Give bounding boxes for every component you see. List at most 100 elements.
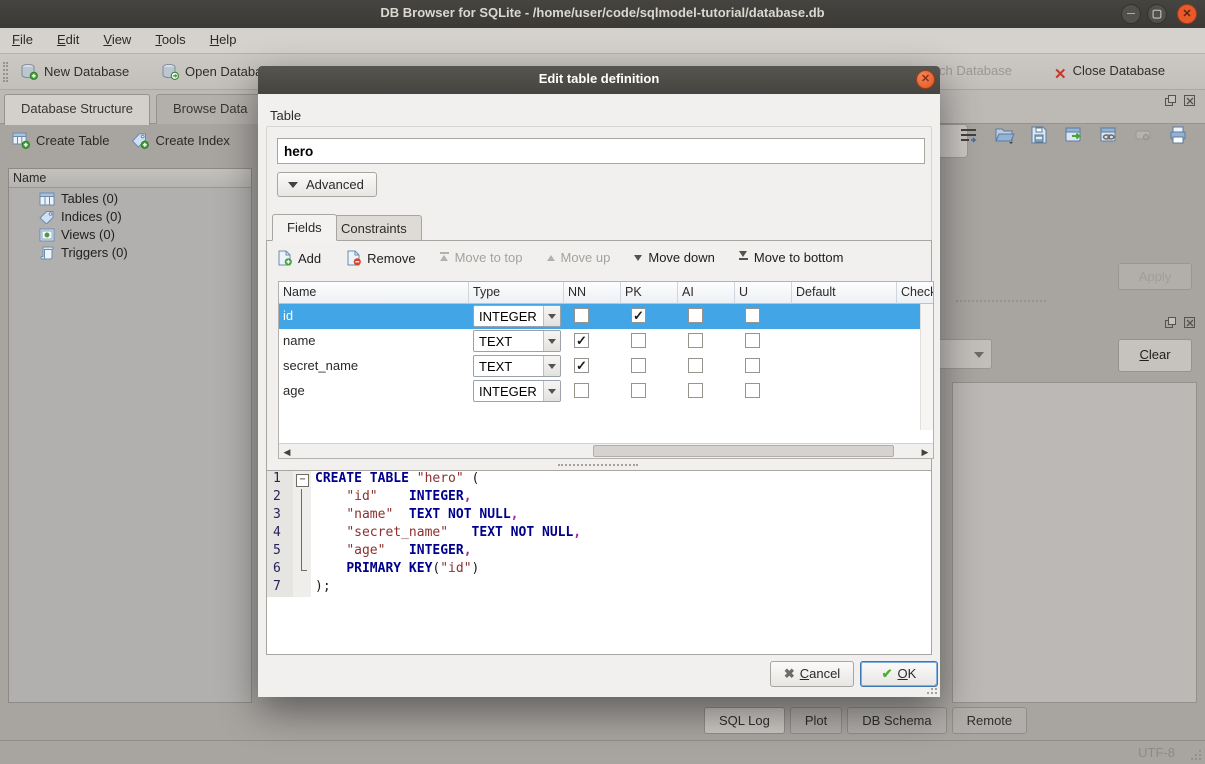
nn-checkbox[interactable] (574, 383, 589, 398)
tree-item-indices[interactable]: Indices (0) (9, 208, 251, 226)
create-index-button[interactable]: Create Index (127, 128, 233, 156)
tab-plot[interactable]: Plot (790, 707, 842, 734)
field-name-cell[interactable]: age (279, 379, 469, 404)
type-combobox[interactable]: TEXT (473, 330, 561, 352)
tab-remote[interactable]: Remote (952, 707, 1028, 734)
column-header-ai[interactable]: AI (678, 282, 735, 304)
resize-grip[interactable] (924, 681, 937, 694)
tree-item-views[interactable]: Views (0) (9, 226, 251, 244)
fold-marker[interactable] (293, 471, 311, 489)
scrollbar-thumb[interactable] (593, 445, 894, 457)
chevron-down-icon[interactable] (543, 331, 560, 351)
tree-item-triggers[interactable]: Triggers (0) (9, 244, 251, 262)
fold-marker[interactable] (293, 561, 311, 579)
tree-item-tables[interactable]: Tables (0) (9, 190, 251, 208)
create-table-button[interactable]: Create Table (8, 128, 113, 156)
float-icon[interactable] (1164, 316, 1179, 329)
export-icon[interactable] (1063, 122, 1089, 150)
link-icon[interactable] (1098, 122, 1124, 150)
tab-db-schema[interactable]: DB Schema (847, 707, 946, 734)
ai-checkbox[interactable] (688, 333, 703, 348)
u-checkbox[interactable] (745, 358, 760, 373)
open-file-icon[interactable] (993, 122, 1019, 150)
field-row-name[interactable]: nameTEXT ✓ (279, 329, 933, 354)
nn-checkbox[interactable]: ✓ (574, 333, 589, 348)
add-button[interactable]: Add (272, 247, 325, 272)
ai-checkbox[interactable] (688, 383, 703, 398)
sql-log-area[interactable] (952, 382, 1197, 703)
menu-tools[interactable]: Tools (143, 28, 197, 54)
new-database-button[interactable]: New Database (14, 59, 135, 85)
tab-constraints[interactable]: Constraints (326, 215, 422, 242)
field-row-id[interactable]: idINTEGER ✓ (279, 304, 933, 329)
tab-fields[interactable]: Fields (272, 214, 337, 241)
minimize-icon[interactable]: ─ (1121, 4, 1141, 24)
default-cell[interactable] (792, 329, 897, 354)
table-name-input[interactable] (277, 138, 925, 164)
advanced-button[interactable]: Advanced (277, 172, 377, 197)
u-checkbox[interactable] (745, 333, 760, 348)
tab-browse-data[interactable]: Browse Data (156, 94, 264, 124)
type-combobox[interactable]: INTEGER (473, 380, 561, 402)
column-header-pk[interactable]: PK (621, 282, 678, 304)
nn-checkbox[interactable] (574, 308, 589, 323)
pk-checkbox[interactable] (631, 333, 646, 348)
tree-header-name[interactable]: Name (9, 169, 251, 188)
horizontal-scrollbar[interactable]: ◀ ▶ (279, 443, 933, 458)
chevron-down-icon[interactable] (543, 306, 560, 326)
null-icon[interactable] (1133, 122, 1159, 150)
fold-marker[interactable] (293, 543, 311, 561)
fold-marker[interactable] (293, 507, 311, 525)
tab-database-structure[interactable]: Database Structure (4, 94, 150, 125)
field-name-cell[interactable]: secret_name (279, 354, 469, 379)
fold-marker[interactable] (293, 525, 311, 543)
column-header-u[interactable]: U (735, 282, 792, 304)
menu-edit[interactable]: Edit (45, 28, 91, 54)
dock-handle[interactable] (956, 300, 1046, 302)
column-header-type[interactable]: Type (469, 282, 564, 304)
scroll-right-icon[interactable]: ▶ (918, 445, 932, 458)
print-icon[interactable] (1168, 122, 1194, 150)
menu-file[interactable]: File (0, 28, 45, 54)
ai-checkbox[interactable] (688, 308, 703, 323)
field-name-cell[interactable]: id (279, 304, 469, 329)
move-down-button[interactable]: Move down (630, 247, 718, 268)
u-checkbox[interactable] (745, 383, 760, 398)
menu-view[interactable]: View (91, 28, 143, 54)
field-name-cell[interactable]: name (279, 329, 469, 354)
sql-preview[interactable]: 1CREATE TABLE "hero" (2 "id" INTEGER,3 "… (266, 470, 932, 655)
column-header-nn[interactable]: NN (564, 282, 621, 304)
type-combobox[interactable]: INTEGER (473, 305, 561, 327)
cancel-button[interactable]: ✖Cancel (770, 661, 854, 687)
toolbar-handle[interactable] (3, 62, 8, 82)
save-file-icon[interactable] (1028, 122, 1054, 150)
pk-checkbox[interactable]: ✓ (631, 308, 646, 323)
chevron-down-icon[interactable] (543, 381, 560, 401)
resize-grip[interactable] (1188, 747, 1201, 760)
close-icon[interactable]: ✕ (1177, 4, 1197, 24)
close-icon[interactable]: ✕ (916, 70, 935, 89)
close-icon[interactable] (1183, 94, 1198, 107)
move-to-bottom-button[interactable]: Move to bottom (735, 247, 848, 268)
wrap-text-icon[interactable] (958, 122, 984, 150)
scroll-left-icon[interactable]: ◀ (280, 445, 294, 458)
menu-help[interactable]: Help (198, 28, 249, 54)
pk-checkbox[interactable] (631, 358, 646, 373)
remove-button[interactable]: Remove (341, 247, 419, 272)
close-database-button[interactable]: ✕Close Database (1048, 59, 1171, 85)
nn-checkbox[interactable]: ✓ (574, 358, 589, 373)
type-combobox[interactable]: TEXT (473, 355, 561, 377)
fold-marker[interactable] (293, 489, 311, 507)
close-icon[interactable] (1183, 316, 1198, 329)
default-cell[interactable] (792, 379, 897, 404)
default-cell[interactable] (792, 304, 897, 329)
ai-checkbox[interactable] (688, 358, 703, 373)
pk-checkbox[interactable] (631, 383, 646, 398)
column-header-name[interactable]: Name (279, 282, 469, 304)
splitter-handle[interactable] (558, 464, 638, 466)
chevron-down-icon[interactable] (543, 356, 560, 376)
title-bar[interactable]: DB Browser for SQLite - /home/user/code/… (0, 0, 1205, 28)
default-cell[interactable] (792, 354, 897, 379)
dialog-title-bar[interactable]: Edit table definition (258, 66, 940, 94)
float-icon[interactable] (1164, 94, 1179, 107)
